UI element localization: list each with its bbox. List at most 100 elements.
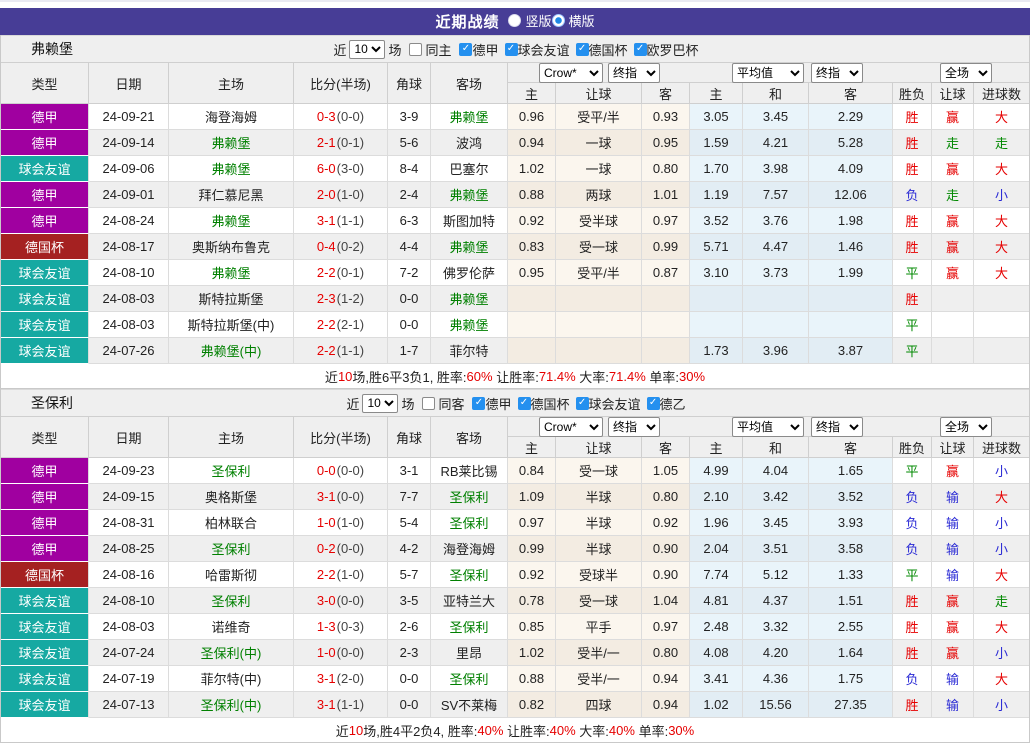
league-filter-label: 欧罗巴杯 <box>646 42 699 58</box>
avg-odds-stage-select[interactable]: 终指 <box>811 417 863 437</box>
half-score: (1-0) <box>336 187 365 202</box>
corner-score: 0-0 <box>388 286 431 312</box>
result-outcome: 负 <box>893 484 932 510</box>
full-score: 0-4 <box>316 239 336 254</box>
crow-away-odds: 0.90 <box>642 562 690 588</box>
crow-handicap: 一球 <box>556 156 642 182</box>
avg-home-odds <box>690 312 743 338</box>
result-handicap: 赢 <box>932 234 974 260</box>
avg-home-odds: 4.81 <box>690 588 743 614</box>
result-outcome: 胜 <box>893 692 932 718</box>
avg-away-odds: 3.93 <box>809 510 893 536</box>
avg-odds-source-select[interactable]: 平均值 <box>732 417 804 437</box>
avg-draw-odds: 4.37 <box>743 588 809 614</box>
same-venue-checkbox[interactable] <box>422 396 436 410</box>
league-badge: 球会友谊 <box>1 614 89 640</box>
league-filter-checkbox[interactable]: ✓ <box>575 396 589 410</box>
avg-home-odds: 4.99 <box>690 458 743 484</box>
crow-odds-stage-select[interactable]: 终指 <box>608 63 660 83</box>
corner-score: 2-4 <box>388 182 431 208</box>
match-date: 24-07-13 <box>89 692 169 718</box>
home-team: 弗赖堡 <box>169 260 294 286</box>
avg-home-odds: 2.48 <box>690 614 743 640</box>
crow-away-odds: 0.80 <box>642 484 690 510</box>
scope-select[interactable]: 全场 <box>940 417 992 437</box>
odds-source-selects: Crow* 终指 平均值 终指 全场 <box>508 417 1029 437</box>
crow-away-odds: 0.94 <box>642 692 690 718</box>
full-score: 6-0 <box>316 161 336 176</box>
league-filter-checkbox[interactable]: ✓ <box>517 396 531 410</box>
near-label: 近 <box>346 396 360 412</box>
result-handicap: 输 <box>932 666 974 692</box>
same-venue-checkbox[interactable] <box>409 42 423 56</box>
match-date: 24-09-15 <box>89 484 169 510</box>
result-outcome: 胜 <box>893 208 932 234</box>
radio-icon <box>508 14 522 27</box>
home-team: 弗赖堡 <box>169 130 294 156</box>
avg-away-odds: 12.06 <box>809 182 893 208</box>
full-score: 2-3 <box>316 291 336 306</box>
league-filter-checkbox[interactable]: ✓ <box>633 42 647 56</box>
match-count-select[interactable]: 10 <box>349 39 386 59</box>
corner-score: 8-4 <box>388 156 431 182</box>
match-date: 24-08-10 <box>89 588 169 614</box>
crow-odds-source-select[interactable]: Crow* <box>539 63 603 83</box>
crow-home-odds: 0.92 <box>508 208 556 234</box>
crow-home-odds: 0.97 <box>508 510 556 536</box>
home-team: 柏林联合 <box>169 510 294 536</box>
full-score: 3-1 <box>316 697 336 712</box>
league-badge: 球会友谊 <box>1 286 89 312</box>
avg-away-odds <box>809 312 893 338</box>
result-goals: 大 <box>974 208 1029 234</box>
match-count-select[interactable]: 10 <box>362 393 399 413</box>
away-team: 弗赖堡 <box>431 182 508 208</box>
avg-odds-stage-select[interactable]: 终指 <box>811 63 863 83</box>
home-team: 圣保利(中) <box>169 692 294 718</box>
avg-odds-source-select[interactable]: 平均值 <box>732 63 804 83</box>
layout-radio[interactable]: 竖版 <box>508 11 552 30</box>
summary-segment: 71.4% <box>538 368 576 384</box>
avg-away-odds: 27.35 <box>809 692 893 718</box>
result-goals: 小 <box>974 692 1029 718</box>
score-cell: 2-2 (0-1) <box>294 260 388 286</box>
result-handicap: 输 <box>932 510 974 536</box>
result-goals: 小 <box>974 510 1029 536</box>
header-subcol-1: 让球 <box>556 437 642 458</box>
crow-away-odds: 0.94 <box>642 666 690 692</box>
league-filter-checkbox[interactable]: ✓ <box>472 396 486 410</box>
crow-home-odds: 0.84 <box>508 458 556 484</box>
league-badge: 德甲 <box>1 510 89 536</box>
table-row: 德甲 24-09-14 弗赖堡 2-1 (0-1) 5-6 波鸿 0.94 一球 0.95 1.59… <box>1 130 1029 156</box>
crow-home-odds: 0.88 <box>508 182 556 208</box>
league-filter-checkbox[interactable]: ✓ <box>575 42 589 56</box>
away-team: 巴塞尔 <box>431 156 508 182</box>
scope-select[interactable]: 全场 <box>940 63 992 83</box>
away-team: 弗赖堡 <box>431 286 508 312</box>
avg-draw-odds: 3.96 <box>743 338 809 364</box>
league-filter-checkbox[interactable]: ✓ <box>459 42 473 56</box>
league-filter-checkbox[interactable]: ✓ <box>646 396 660 410</box>
radio-label: 竖版 <box>525 14 552 29</box>
result-goals: 大 <box>974 484 1029 510</box>
layout-radio[interactable]: 横版 <box>551 11 595 30</box>
score-cell: 2-2 (1-0) <box>294 562 388 588</box>
crow-home-odds: 1.09 <box>508 484 556 510</box>
avg-draw-odds: 3.51 <box>743 536 809 562</box>
table-row: 德甲 24-08-25 圣保利 0-2 (0-0) 4-2 海登海姆 0.99 半球 0.90 2.… <box>1 536 1029 562</box>
score-cell: 0-3 (0-0) <box>294 104 388 130</box>
corner-score: 0-0 <box>388 692 431 718</box>
crow-odds-stage-select[interactable]: 终指 <box>608 417 660 437</box>
avg-draw-odds: 15.56 <box>743 692 809 718</box>
crow-odds-source-select[interactable]: Crow* <box>539 417 603 437</box>
avg-draw-odds: 5.12 <box>743 562 809 588</box>
header-subcol-8: 进球数 <box>974 437 1029 458</box>
home-team: 弗赖堡 <box>169 156 294 182</box>
league-filter-checkbox[interactable]: ✓ <box>504 42 518 56</box>
score-cell: 0-4 (0-2) <box>294 234 388 260</box>
avg-draw-odds: 3.45 <box>743 104 809 130</box>
avg-home-odds: 1.73 <box>690 338 743 364</box>
match-date: 24-08-03 <box>89 286 169 312</box>
table-header: 类型 日期 主场 比分(半场) 角球 客场 Crow* 终指 平均值 终指 全场主让球客主和客胜负让… <box>1 63 1029 104</box>
table-row: 球会友谊 24-07-13 圣保利(中) 3-1 (1-1) 0-0 SV不莱梅 0.82 四球… <box>1 692 1029 718</box>
crow-handicap: 受平/半 <box>556 260 642 286</box>
